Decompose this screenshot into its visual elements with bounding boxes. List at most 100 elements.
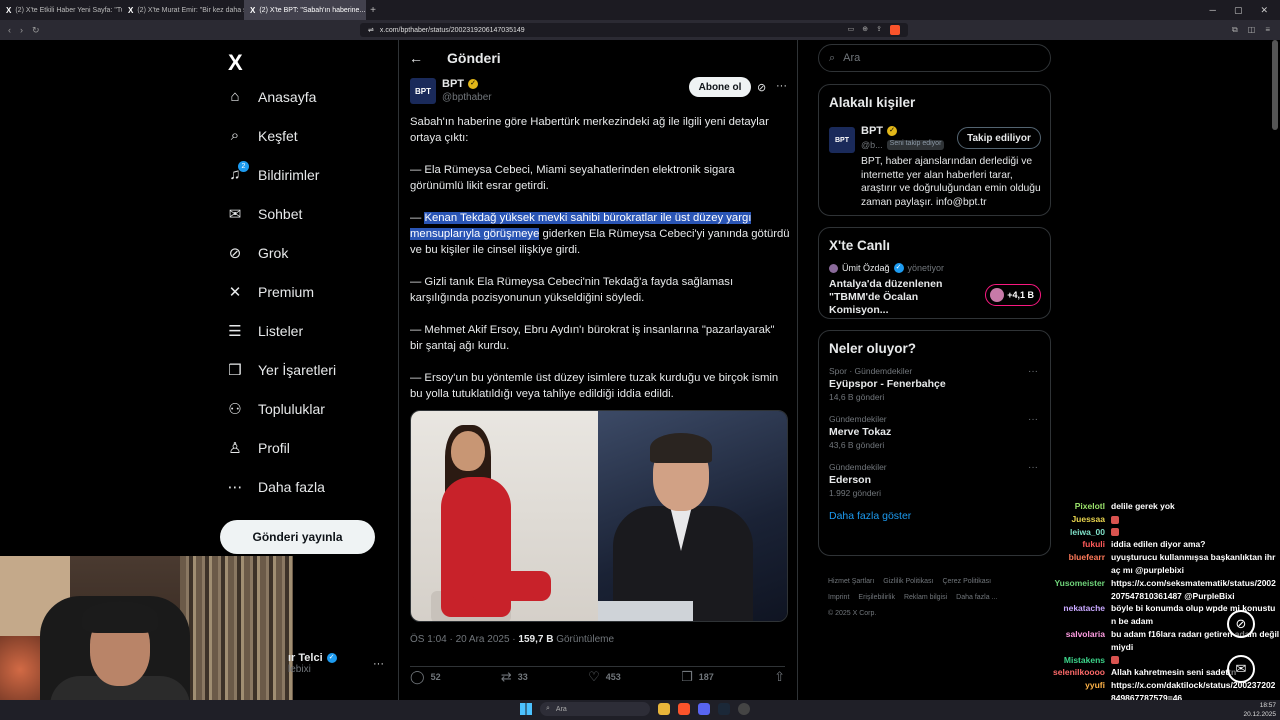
account-more-icon[interactable]: ···	[373, 658, 384, 670]
tweet-time[interactable]: ÖS 1:04 · 20 Ara 2025 ·	[410, 634, 518, 645]
taskbar-clock[interactable]: 18:57 20.12.2025	[1243, 701, 1276, 719]
trend-item[interactable]: Spor · Gündemdekiler Eyüpspor - Fenerbahç…	[829, 366, 1040, 402]
footer-link[interactable]: Daha fazla ...	[956, 594, 997, 601]
chat-username[interactable]: bluefearr	[1048, 551, 1105, 577]
wallet-icon[interactable]: ◫	[1248, 25, 1256, 35]
chat-username[interactable]: selenilkoooo	[1048, 666, 1105, 679]
author-avatar[interactable]: BPT	[410, 78, 436, 104]
more-options-icon[interactable]: ···	[776, 80, 787, 92]
footer-link[interactable]: Imprint	[828, 594, 849, 601]
reader-icon[interactable]: ▭	[848, 25, 855, 35]
sidebar-item-bildirimler[interactable]: ♫ 2 Bildirimler	[226, 161, 319, 183]
minimize-icon[interactable]: ─	[1210, 5, 1216, 16]
maximize-icon[interactable]: ▢	[1234, 5, 1243, 16]
search-placeholder: Ara	[843, 52, 861, 64]
share-button[interactable]: ⇧	[774, 669, 785, 685]
tweet-paragraph: — Ela Rümeysa Cebeci, Miami seyahatlerin…	[410, 162, 790, 194]
extension-icon[interactable]: ⧉	[1232, 25, 1238, 35]
search-icon: ⌕	[829, 51, 836, 64]
grok-icon[interactable]: ⊘	[757, 81, 766, 94]
chat-username[interactable]: salvolaria	[1048, 628, 1105, 654]
live-listener-count[interactable]: +4,1 B	[985, 284, 1041, 306]
sidebar-item-topluluklar[interactable]: ⚇ Topluluklar	[226, 400, 325, 418]
steam-icon[interactable]	[718, 703, 730, 715]
share-icon[interactable]: ⇪	[876, 25, 882, 35]
search-input[interactable]: ⌕ Ara	[818, 44, 1051, 72]
windows-start-icon[interactable]	[520, 703, 532, 715]
following-button[interactable]: Takip ediliyor	[957, 127, 1041, 149]
sidebar-item-listeler[interactable]: ☰ Listeler	[226, 322, 303, 340]
reply-button[interactable]: ◯ 52	[410, 669, 441, 685]
chat-username[interactable]: nekatache	[1048, 602, 1105, 628]
url-field[interactable]: ⇌ x.com/bpthaber/status/2002319206147035…	[360, 23, 908, 37]
tab-title: (2) X'te BPT: "Sabah'ın haberine...	[259, 6, 366, 14]
verified-blue-icon: ✓	[326, 653, 337, 663]
zoom-icon[interactable]: ⊕	[862, 25, 868, 35]
chat-username[interactable]: Mistakens	[1048, 654, 1105, 667]
related-avatar[interactable]: BPT	[829, 127, 855, 153]
sidebar-item-daha-fazla[interactable]: ⋯ Daha fazla	[226, 478, 325, 496]
page-scrollbar[interactable]	[1272, 40, 1278, 130]
footer-link[interactable]: Gizlilik Politikası	[883, 578, 933, 585]
like-button[interactable]: ♡ 453	[588, 669, 621, 685]
emote-icon	[1111, 515, 1119, 524]
footer-link[interactable]: Reklam bilgisi	[904, 594, 947, 601]
sidebar-item-grok[interactable]: ⊘ Grok	[226, 244, 289, 262]
footer-link[interactable]: Hizmet Şartları	[828, 578, 874, 585]
subscribe-button[interactable]: Abone ol	[689, 77, 751, 97]
menu-icon[interactable]: ≡	[1265, 25, 1270, 35]
browser-tab[interactable]: X(2) X'te BPT: "Sabah'ın haberine...✕	[244, 0, 366, 20]
chat-username[interactable]: leiwa_00	[1048, 526, 1105, 539]
browser-tab[interactable]: X(2) X'te Etkili Haber Yeni Sayfa: "Tunc…	[0, 0, 122, 20]
sidebar-item-ke-fet[interactable]: ⌕ Keşfet	[226, 127, 298, 144]
chat-text-content: uyuşturucu kullanmışsa başkanlıktan ihra…	[1111, 552, 1276, 575]
post-button[interactable]: Gönderi yayınla	[220, 520, 375, 554]
site-settings-icon[interactable]: ⇌	[368, 26, 374, 34]
new-tab-button[interactable]: +	[366, 5, 380, 16]
bookmark-button[interactable]: ❒ 187	[681, 669, 714, 685]
browser-tab[interactable]: X(2) X'te Murat Emir: "Bir kez daha söy.…	[122, 0, 244, 20]
chat-username[interactable]: fukuli	[1048, 538, 1105, 551]
sidebar-item-profil[interactable]: ♙ Profil	[226, 439, 290, 457]
glyph: ✕	[228, 284, 242, 301]
chat-username[interactable]: Pixelotl	[1048, 500, 1105, 513]
back-icon[interactable]: ‹	[8, 25, 11, 36]
live-card[interactable]: X'te Canlı Ümit Özdağ ✓ yönetiyor Antaly…	[818, 227, 1051, 319]
brave-shield-icon[interactable]	[890, 25, 900, 35]
sidebar-item-label: Profil	[258, 440, 290, 456]
taskbar-search[interactable]: ⌕ Ara	[540, 702, 650, 716]
sidebar-item-premium[interactable]: ✕ Premium	[226, 283, 314, 301]
x-logo-icon[interactable]: X	[228, 50, 243, 76]
author-handle[interactable]: @bpthaber	[442, 92, 492, 103]
related-name[interactable]: BPT ✓	[861, 125, 897, 137]
author-name[interactable]: BPT ✓	[442, 78, 478, 90]
trend-more-icon[interactable]: ···	[1028, 414, 1038, 425]
chat-username[interactable]: Juessaa	[1048, 513, 1105, 526]
media-image-left[interactable]	[411, 411, 598, 621]
show-more-link[interactable]: Daha fazla göster	[829, 510, 1040, 522]
sidebar-item-sohbet[interactable]: ✉ Sohbet	[226, 205, 303, 223]
brave-browser-icon[interactable]	[678, 703, 690, 715]
grok-float-icon[interactable]: ⊘	[1227, 610, 1255, 638]
sidebar-item-yer-i-aretleri[interactable]: ❒ Yer İşaretleri	[226, 361, 336, 379]
back-arrow-icon[interactable]: ←	[409, 50, 423, 66]
discord-icon[interactable]	[698, 703, 710, 715]
footer-link[interactable]: Çerez Politikası	[942, 578, 991, 585]
media-image-right[interactable]	[598, 411, 787, 621]
messages-float-icon[interactable]: ✉	[1227, 655, 1255, 683]
obs-icon[interactable]	[738, 703, 750, 715]
tweet-media[interactable]	[410, 410, 788, 622]
repost-button[interactable]: ⇄ 33	[501, 669, 528, 685]
trend-item[interactable]: Gündemdekiler Merve Tokaz 43,6 B gönderi ··…	[829, 414, 1040, 450]
close-icon[interactable]: ✕	[1260, 5, 1268, 16]
trend-more-icon[interactable]: ···	[1028, 366, 1038, 377]
reload-icon[interactable]: ↻	[32, 25, 40, 36]
footer-link[interactable]: Erişilebilirlik	[858, 594, 895, 601]
sidebar-item-anasayfa[interactable]: ⌂ Anasayfa	[226, 88, 316, 105]
trend-more-icon[interactable]: ···	[1028, 462, 1038, 473]
trend-item[interactable]: Gündemdekiler Ederson 1.992 gönderi ···	[829, 462, 1040, 498]
forward-icon[interactable]: ›	[20, 25, 23, 36]
file-explorer-icon[interactable]	[658, 703, 670, 715]
account-switcher[interactable]: ır Telci ✓ lebixi ···	[288, 652, 384, 675]
chat-username[interactable]: Yusomeister	[1048, 577, 1105, 603]
